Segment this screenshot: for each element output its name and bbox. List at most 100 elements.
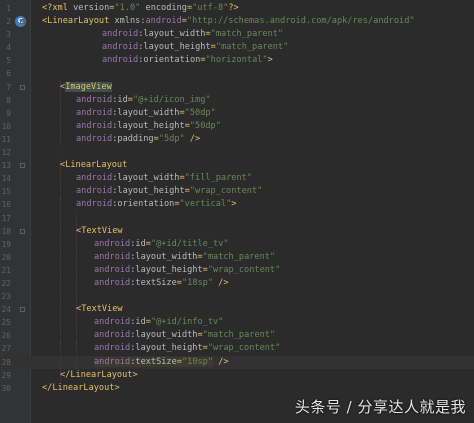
code-text[interactable]: android:layout_height="match_parent" <box>102 41 288 54</box>
code-line[interactable]: 15 android:layout_height="wrap_content" <box>0 185 474 199</box>
code-token: LinearLayout <box>70 369 133 380</box>
line-number: 30 <box>1 383 11 393</box>
code-text[interactable]: android:layout_width="match_parent" <box>102 28 283 41</box>
line-number: 13 <box>1 161 11 171</box>
code-text[interactable]: <LinearLayout <box>60 159 127 172</box>
code-line[interactable]: 22 android:textSize="18sp" /> <box>0 276 474 291</box>
code-line[interactable]: 25 android:id="@+id/info_tv" <box>0 316 474 330</box>
code-text[interactable]: <?xml version="1.0" encoding="utf-8"?> <box>42 2 239 15</box>
code-line[interactable]: 28 android:textSize="10sp" /> <box>0 355 474 369</box>
code-line[interactable]: 24 <TextView <box>0 303 474 317</box>
code-line[interactable]: 10 android:layout_height="50dp" <box>0 119 474 133</box>
code-text[interactable]: android:textSize="18sp" /> <box>94 277 229 290</box>
code-token: :padding <box>112 133 154 144</box>
code-line[interactable]: 18 <TextView <box>0 224 474 238</box>
line-number: 2 <box>6 17 11 27</box>
code-line[interactable]: 9 android:layout_width="50dp" <box>0 106 474 120</box>
indent-guide <box>76 290 77 304</box>
code-line[interactable]: 16 android:orientation="vertical"> <box>0 198 474 212</box>
line-number: 28 <box>1 357 11 367</box>
code-line[interactable]: 30 </LinearLayout> <box>0 382 474 395</box>
code-text[interactable]: android:layout_width="50dp" <box>76 107 216 120</box>
fold-marker-icon[interactable] <box>20 163 25 169</box>
code-text[interactable]: <ImageView <box>60 81 112 94</box>
line-number: 10 <box>1 121 11 131</box>
code-token: > <box>231 199 237 210</box>
code-token: android <box>94 356 131 367</box>
code-line[interactable]: 26 android:layout_width="match_parent" <box>0 329 474 343</box>
line-number: 6 <box>6 69 11 79</box>
code-token: "@+id/info_tv" <box>150 317 224 328</box>
code-editor[interactable]: C 1 <?xml version="1.0" encoding="utf-8"?… <box>0 0 474 423</box>
code-line[interactable]: 1 <?xml version="1.0" encoding="utf-8"?> <box>0 2 474 15</box>
code-line[interactable]: 11 android:padding="5dp" /> <box>0 132 474 147</box>
indent-guide <box>60 290 61 304</box>
code-text[interactable]: android:layout_width="match_parent" <box>94 251 275 264</box>
code-line[interactable]: 3 android:layout_width="match_parent" <box>0 28 474 41</box>
code-text[interactable]: android:orientation="horizontal"> <box>102 54 273 67</box>
code-text[interactable]: android:id="@+id/icon_img" <box>76 94 211 107</box>
code-token: android <box>94 238 131 249</box>
code-text[interactable]: <TextView <box>76 225 123 238</box>
fold-marker-icon[interactable] <box>20 19 25 25</box>
code-text[interactable]: android:id="@+id/info_tv" <box>94 316 223 329</box>
code-text[interactable]: <TextView <box>76 303 123 316</box>
fold-marker-icon[interactable] <box>20 84 25 90</box>
indent-guide <box>60 342 61 356</box>
indent-guide <box>60 224 61 238</box>
line-number: 23 <box>1 292 11 302</box>
code-line[interactable]: 12 <box>0 146 474 159</box>
code-token: android <box>94 277 131 288</box>
indent-guide <box>60 106 61 120</box>
code-line[interactable]: 23 <box>0 290 474 304</box>
code-text[interactable]: </LinearLayout> <box>42 382 120 395</box>
code-token: ImageView <box>65 81 112 92</box>
code-line[interactable]: 2 <LinearLayout xmlns:android="http://sch… <box>0 15 474 28</box>
code-token: android <box>94 330 131 341</box>
code-line[interactable]: 8 android:id="@+id/icon_img" <box>0 93 474 107</box>
code-text[interactable]: android:layout_height="50dp" <box>76 120 221 133</box>
fold-marker-icon[interactable] <box>20 228 25 234</box>
code-token: "match_parent" <box>215 42 289 53</box>
code-text[interactable]: android:layout_height="wrap_content" <box>94 264 280 277</box>
code-text[interactable]: android:layout_height="wrap_content" <box>94 342 280 355</box>
code-line[interactable]: 27 android:layout_height="wrap_content" <box>0 342 474 356</box>
watermark-text: 头条号 / 分享达人就是我 <box>294 398 466 416</box>
indent-guide <box>60 132 61 147</box>
code-token: :layout_width <box>130 251 198 262</box>
code-text[interactable]: android:textSize="10sp" /> <box>94 356 229 369</box>
code-line[interactable]: 5 android:orientation="horizontal"> <box>0 54 474 67</box>
code-line[interactable]: 21 android:layout_height="wrap_content" <box>0 263 474 277</box>
code-token: "wrap_content" <box>207 343 281 354</box>
code-line[interactable]: 29 </LinearLayout> <box>0 368 474 382</box>
code-line[interactable]: 6 <box>0 67 474 80</box>
code-text[interactable]: android:layout_width="match_parent" <box>94 329 275 342</box>
code-line[interactable]: 17 <box>0 211 474 225</box>
code-lines[interactable]: 1 <?xml version="1.0" encoding="utf-8"?> 2… <box>0 2 474 395</box>
code-text[interactable]: android:padding="5dp" /> <box>76 133 200 146</box>
code-text[interactable]: android:orientation="vertical"> <box>76 198 236 211</box>
line-number: 7 <box>6 82 11 92</box>
code-text[interactable]: </LinearLayout> <box>60 369 138 382</box>
code-token: :id <box>130 238 146 249</box>
code-line[interactable]: 4 android:layout_height="match_parent" <box>0 41 474 54</box>
code-token: :layout_height <box>130 343 203 354</box>
code-token: android <box>76 120 113 131</box>
code-token: :layout_width <box>112 173 180 184</box>
code-token: "match_parent" <box>202 251 276 262</box>
code-text[interactable]: <LinearLayout xmlns:android="http://sche… <box>42 15 415 28</box>
line-number: 15 <box>1 187 11 197</box>
code-line[interactable]: 20 android:layout_width="match_parent" <box>0 250 474 264</box>
code-text[interactable]: android:id="@+id/title_tv" <box>94 238 229 251</box>
fold-marker-icon[interactable] <box>20 307 25 313</box>
code-text[interactable]: android:layout_height="wrap_content" <box>76 185 262 198</box>
code-line[interactable]: 7 <ImageView <box>0 80 474 94</box>
indent-guide <box>60 316 61 330</box>
indent-guide <box>76 316 77 330</box>
code-line[interactable]: 19 android:id="@+id/title_tv" <box>0 237 474 251</box>
code-text[interactable]: android:layout_width="fill_parent" <box>76 172 252 185</box>
code-line[interactable]: 13 <LinearLayout <box>0 159 474 173</box>
indent-guide <box>60 250 61 264</box>
code-line[interactable]: 14 android:layout_width="fill_parent" <box>0 172 474 186</box>
code-token: TextView <box>81 225 123 236</box>
